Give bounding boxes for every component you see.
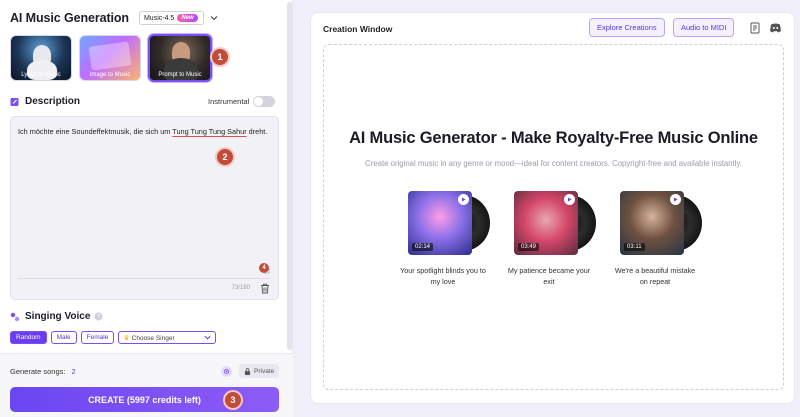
app-header: AI Music Generation Music-4.5 New [10,11,218,25]
description-text[interactable]: Ich möchte eine Soundeffektmusik, die si… [18,126,273,137]
discord-icon[interactable] [769,22,782,34]
crown-icon: ♛ [123,334,130,342]
sample-song-card[interactable]: 02:14 Your spotlight blinds you to my lo… [400,191,490,287]
sample-song-card[interactable]: 03:11 We're a beautiful mistake on repea… [615,191,702,287]
edit-icon [10,97,19,106]
left-panel: AI Music Generation Music-4.5 New Lyrics… [0,0,293,417]
sample-song-card[interactable]: 03:49 My patience became your exit [508,191,596,287]
song-artwork: 03:49 [514,191,596,255]
generate-count[interactable]: 2 [71,367,75,376]
generate-label: Generate songs: [10,367,66,376]
sample-songs: 02:14 Your spotlight blinds you to my lo… [400,191,702,287]
hero-title: AI Music Generator - Make Royalty-Free M… [349,129,758,147]
mode-label: Prompt to Music [158,72,202,78]
song-title: My patience became your exit [507,266,591,286]
chevron-down-icon [204,335,211,340]
instrumental-toggle[interactable] [253,96,276,107]
play-icon[interactable] [458,194,469,205]
play-icon[interactable] [670,194,681,205]
song-duration: 03:49 [518,243,540,251]
document-icon[interactable] [749,22,761,34]
voice-male-button[interactable]: Male [50,331,77,344]
song-duration: 03:11 [624,243,645,251]
description-divider [18,278,271,279]
private-button[interactable]: Private [239,364,280,378]
lock-icon [244,367,251,375]
mode-lyrics-to-music[interactable]: Lyrics to Music [10,35,72,81]
song-cover[interactable]: 03:11 [620,191,684,255]
voice-icon [10,312,20,321]
generate-songs: Generate songs: 2 [10,367,76,376]
description-header: Description [10,96,80,107]
description-title: Description [25,96,81,107]
song-artwork: 03:11 [620,191,702,255]
play-icon[interactable] [564,194,575,205]
creation-window: Creation Window Explore Creations Audio … [310,12,795,404]
model-select[interactable]: Music-4.5 New [138,11,204,25]
description-text-highlight: Tung Tung Tung Sahur [172,127,247,136]
singer-placeholder: Choose Singer [131,334,175,342]
voice-random-button[interactable]: Random [10,331,47,344]
trash-icon[interactable] [260,283,270,294]
mode-prompt-to-music[interactable]: Prompt to Music [148,34,212,82]
image-frame [88,41,132,71]
help-icon[interactable]: ? [94,312,103,321]
song-cover[interactable]: 03:49 [514,191,578,255]
marker-3: 3 [225,392,241,408]
settings-button[interactable] [221,366,232,377]
song-cover[interactable]: 02:14 [408,191,472,255]
marker-2: 2 [217,149,233,165]
song-title: We're a beautiful mistake on repeat [614,266,696,286]
bottom-bar: Generate songs: 2 Private CREATE (5997 cr… [0,353,293,417]
mode-label: Image to Music [89,72,131,78]
description-input[interactable]: Ich möchte eine Soundeffektmusik, die si… [10,116,279,300]
new-badge: New [177,14,198,22]
singing-voice-title: Singing Voice [25,311,91,322]
singing-voice-header: Singing Voice ? [10,311,103,322]
song-duration: 02:14 [412,243,434,251]
description-text-end: dreht. [246,127,268,136]
chevron-down-icon[interactable] [210,14,218,22]
private-label: Private [254,367,275,375]
hero-subtitle: Create original music in any genre or mo… [365,159,742,168]
song-artwork: 02:14 [408,191,490,255]
voice-female-button[interactable]: Female [80,331,115,344]
model-name: Music-4.5 [143,14,175,22]
left-scrollbar[interactable] [287,2,292,350]
mode-label: Lyrics to Music [21,72,61,78]
choose-singer-select[interactable]: ♛ Choose Singer [118,331,217,344]
char-count: 73/180 [231,285,250,291]
creation-window-title: Creation Window [323,24,393,34]
song-title: Your spotlight blinds you to my love [400,266,486,286]
instrumental-toggle-group: Instrumental [208,96,276,107]
marker-1: 1 [212,49,228,65]
creation-area: AI Music Generator - Make Royalty-Free M… [323,44,784,390]
gear-icon [223,368,230,375]
mode-image-to-music[interactable]: Image to Music [79,35,141,81]
instrumental-label: Instrumental [208,97,250,106]
producer-body [164,58,198,80]
audio-to-midi-button[interactable]: Audio to MIDI [673,18,735,37]
app-title: AI Music Generation [10,11,129,25]
mode-selector: Lyrics to Music Image to Music Prompt to… [10,34,212,82]
description-text-start: Ich möchte eine Soundeffektmusik, die si… [18,127,173,136]
resize-handle-icon[interactable] [264,268,270,274]
explore-creations-button[interactable]: Explore Creations [589,18,665,37]
create-label: CREATE (5997 credits left) [88,394,201,405]
voice-options: Random Male Female ♛ Choose Singer [10,331,217,344]
